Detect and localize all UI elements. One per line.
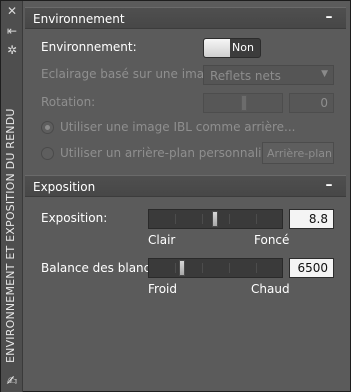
environment-section-title: Environnement bbox=[33, 12, 125, 26]
exposure-value-field[interactable]: 8.8 bbox=[289, 209, 334, 229]
environment-section-header[interactable]: Environnement – bbox=[25, 7, 346, 29]
exposure-slider[interactable] bbox=[148, 209, 283, 229]
white-balance-max-label: Chaud bbox=[251, 282, 290, 296]
render-environment-window: ✕ ⇤ ✲ ENVIRONNEMENT ET EXPOSITION DU REN… bbox=[0, 0, 351, 392]
exposure-section-header[interactable]: Exposition – bbox=[25, 175, 346, 197]
exposure-collapse-icon[interactable]: – bbox=[322, 177, 336, 195]
palette-vertical-title: ENVIRONNEMENT ET EXPOSITION DU RENDU bbox=[4, 108, 17, 363]
white-balance-value-field[interactable]: 6500 bbox=[289, 258, 334, 278]
slider-tick bbox=[202, 263, 203, 273]
white-balance-label: Balance des blancs: bbox=[41, 261, 161, 275]
pin-icon[interactable]: ⇤ bbox=[5, 24, 19, 38]
resize-icon[interactable]: ✍ bbox=[4, 374, 20, 390]
white-balance-slider[interactable] bbox=[148, 258, 283, 278]
ibl-label: Eclairage basé sur une image: bbox=[41, 67, 224, 81]
environment-section-body: Environnement: Non Eclairage basé sur un… bbox=[25, 29, 346, 175]
slider-tick bbox=[175, 214, 176, 224]
slider-tick bbox=[256, 263, 257, 273]
slider-tick bbox=[256, 214, 257, 224]
environment-toggle-label: Environnement: bbox=[41, 40, 137, 54]
rotation-slider-thumb[interactable] bbox=[241, 95, 247, 111]
radio-dot bbox=[45, 125, 50, 130]
palette-title-strip[interactable]: ✕ ⇤ ✲ ENVIRONNEMENT ET EXPOSITION DU REN… bbox=[1, 1, 23, 392]
environment-toggle-state: Non bbox=[232, 41, 254, 54]
background-button[interactable]: Arrière-plan... bbox=[262, 142, 334, 164]
slider-tick bbox=[175, 263, 176, 273]
exposure-slider-thumb[interactable] bbox=[212, 211, 218, 227]
radio-custom-background-label[interactable]: Utiliser un arrière-plan personnalisé bbox=[60, 146, 275, 160]
radio-custom-background[interactable] bbox=[41, 147, 54, 160]
slider-tick bbox=[229, 263, 230, 273]
ibl-dropdown-value: Reflets nets bbox=[210, 69, 281, 83]
rotation-value-field[interactable]: 0 bbox=[289, 93, 334, 113]
white-balance-slider-thumb[interactable] bbox=[179, 260, 185, 276]
environment-toggle[interactable]: Non bbox=[203, 38, 261, 58]
white-balance-min-label: Froid bbox=[148, 282, 177, 296]
rotation-slider[interactable] bbox=[203, 93, 283, 113]
settings-icon[interactable]: ✲ bbox=[5, 43, 19, 57]
exposure-min-label: Clair bbox=[148, 233, 176, 247]
toggle-knob bbox=[204, 39, 230, 57]
exposure-section-body: Exposition: 8.8 Clair Foncé Balance des … bbox=[25, 197, 346, 307]
radio-ibl-background[interactable] bbox=[41, 121, 54, 134]
ibl-dropdown[interactable]: Reflets nets ▼ bbox=[203, 65, 334, 85]
slider-tick bbox=[229, 214, 230, 224]
exposure-max-label: Foncé bbox=[254, 233, 290, 247]
slider-tick bbox=[202, 214, 203, 224]
environment-collapse-icon[interactable]: – bbox=[322, 9, 336, 27]
exposure-label: Exposition: bbox=[41, 211, 108, 225]
radio-ibl-background-label[interactable]: Utiliser une image IBL comme arrière... bbox=[60, 120, 295, 134]
exposure-section-title: Exposition bbox=[33, 180, 96, 194]
close-icon[interactable]: ✕ bbox=[5, 4, 19, 18]
chevron-down-icon: ▼ bbox=[321, 69, 328, 79]
main-panel: Environnement – Environnement: Non Eclai… bbox=[25, 7, 346, 387]
rotation-label: Rotation: bbox=[41, 95, 96, 109]
